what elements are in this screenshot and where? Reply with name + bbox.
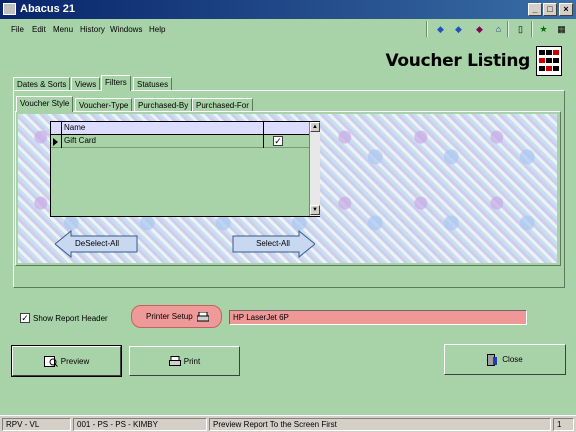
maximize-button[interactable]: □ bbox=[543, 3, 557, 16]
window-title: Abacus 21 bbox=[20, 3, 76, 15]
print-button[interactable]: Print bbox=[129, 346, 240, 376]
printer-icon bbox=[197, 312, 209, 322]
menu-file[interactable]: File bbox=[11, 25, 24, 34]
tab-filters[interactable]: Filters bbox=[101, 75, 131, 91]
close-window-button[interactable]: × bbox=[559, 3, 573, 16]
calculator-icon[interactable]: ▯ bbox=[512, 21, 529, 37]
grid-header: Name bbox=[51, 122, 309, 135]
title-bar: Abacus 21 _ □ × bbox=[0, 0, 576, 19]
preview-button[interactable]: Preview bbox=[11, 345, 122, 377]
tab-views[interactable]: Views bbox=[71, 77, 101, 91]
menu-menu[interactable]: Menu bbox=[53, 25, 73, 34]
show-report-header-checkbox[interactable]: ✓ bbox=[20, 313, 30, 323]
home-icon[interactable]: ⌂ bbox=[490, 21, 507, 37]
runner-icon[interactable]: ★ bbox=[535, 21, 552, 37]
app-icon bbox=[3, 3, 16, 15]
minimize-button[interactable]: _ bbox=[528, 3, 542, 16]
gem-icon[interactable]: ◆ bbox=[471, 21, 488, 37]
door-exit-icon bbox=[487, 353, 498, 366]
tab-dates-sorts[interactable]: Dates & Sorts bbox=[13, 77, 71, 91]
table-row[interactable]: Gift Card ✓ bbox=[51, 135, 309, 148]
preview-icon bbox=[43, 355, 58, 367]
column-name-header[interactable]: Name bbox=[61, 122, 264, 135]
close-button[interactable]: Close bbox=[444, 344, 566, 375]
grid-scrollbar[interactable]: ▲ ▼ bbox=[309, 122, 320, 216]
printer-name-field[interactable]: HP LaserJet 6P bbox=[229, 310, 527, 325]
arrow-left-icon[interactable]: ◆ bbox=[432, 21, 449, 37]
menu-windows[interactable]: Windows bbox=[110, 25, 142, 34]
deselect-all-label: DeSelect-All bbox=[74, 239, 119, 248]
voucher-style-grid[interactable]: Name Gift Card ✓ ▲ ▼ bbox=[50, 121, 320, 217]
menu-help[interactable]: Help bbox=[149, 25, 165, 34]
status-context: 001 - PS - PS - KIMBY bbox=[73, 418, 207, 431]
printer-setup-button[interactable]: Printer Setup bbox=[131, 305, 222, 328]
status-hint: Preview Report To the Screen First bbox=[209, 418, 551, 431]
row-pointer-icon bbox=[53, 138, 58, 146]
print-label: Print bbox=[183, 356, 201, 366]
menu-history[interactable]: History bbox=[80, 25, 105, 34]
deselect-all-button[interactable]: DeSelect-All bbox=[55, 230, 139, 258]
status-page: 1 bbox=[553, 418, 574, 431]
row-select-checkbox[interactable]: ✓ bbox=[273, 136, 283, 146]
subtab-voucher-type[interactable]: Voucher-Type bbox=[75, 98, 133, 112]
arrow-right-icon[interactable]: ◆ bbox=[450, 21, 467, 37]
close-label: Close bbox=[502, 355, 523, 364]
apps-icon[interactable]: ▦ bbox=[553, 21, 570, 37]
print-icon bbox=[168, 355, 181, 366]
show-report-header-label: Show Report Header bbox=[33, 314, 108, 323]
printer-setup-label: Printer Setup bbox=[146, 312, 193, 321]
subtab-purchased-by[interactable]: Purchased-By bbox=[134, 98, 193, 112]
menu-edit[interactable]: Edit bbox=[32, 25, 46, 34]
status-report-code: RPV - VL bbox=[2, 418, 71, 431]
select-all-label: Select-All bbox=[256, 239, 290, 248]
status-bar: RPV - VL 001 - PS - PS - KIMBY Preview R… bbox=[0, 415, 576, 432]
select-all-button[interactable]: Select-All bbox=[231, 230, 315, 258]
row-name-cell[interactable]: Gift Card bbox=[61, 135, 264, 148]
subtab-voucher-style[interactable]: Voucher Style bbox=[16, 96, 74, 112]
abacus-logo bbox=[536, 46, 562, 76]
preview-label: Preview bbox=[60, 356, 90, 366]
scroll-down-icon[interactable]: ▼ bbox=[310, 205, 320, 215]
tab-statuses[interactable]: Statuses bbox=[133, 77, 173, 91]
subtab-purchased-for[interactable]: Purchased-For bbox=[192, 98, 253, 112]
scroll-up-icon[interactable]: ▲ bbox=[310, 122, 320, 132]
page-title: Voucher Listing bbox=[385, 51, 530, 71]
